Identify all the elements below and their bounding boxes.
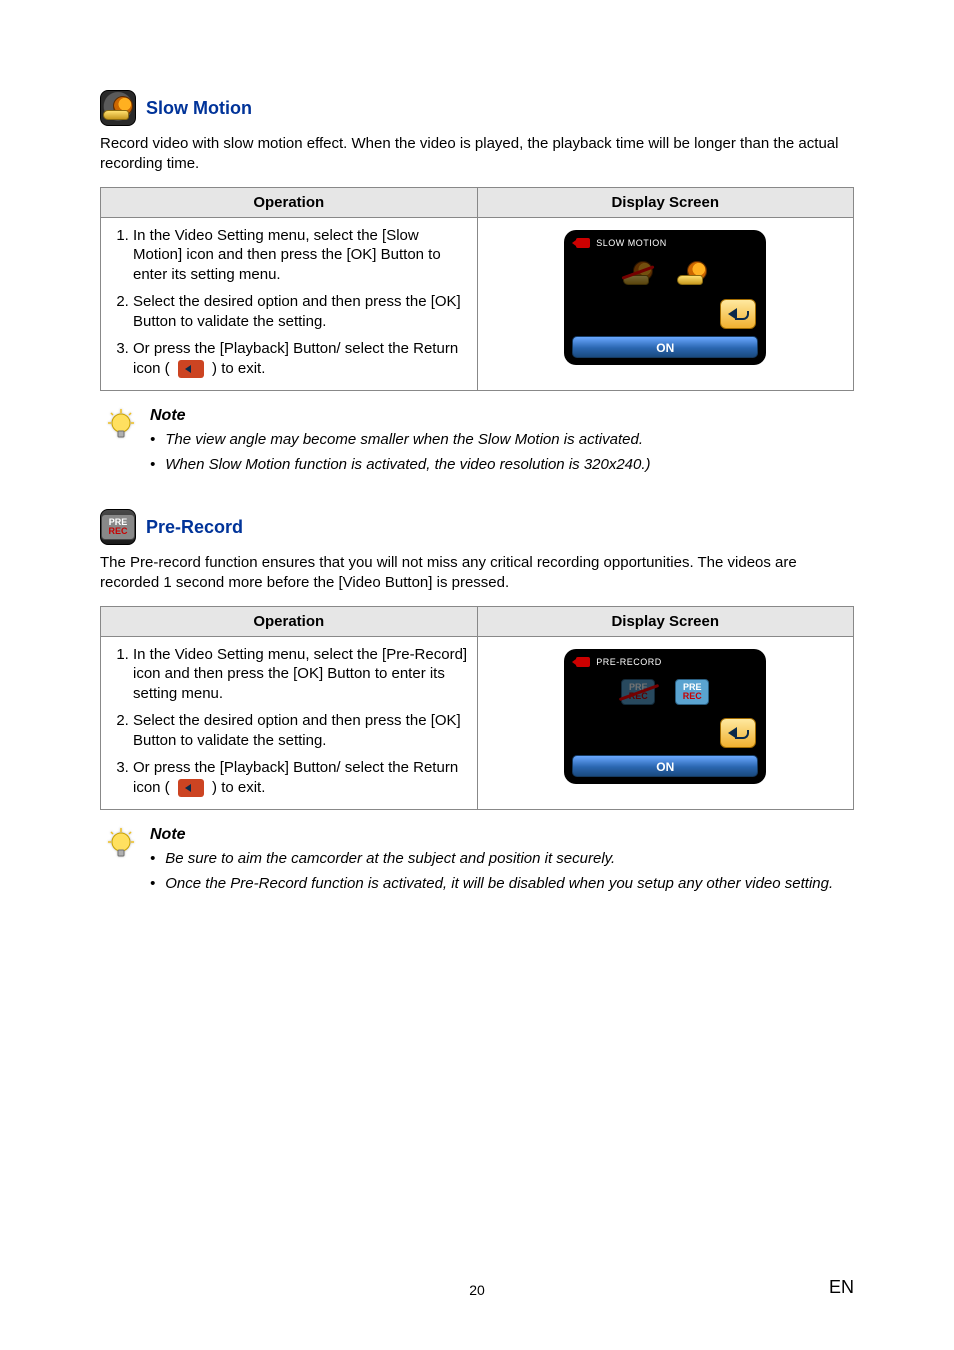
camcorder-icon bbox=[576, 657, 590, 667]
slow-motion-icon bbox=[100, 90, 136, 126]
col-display: Display Screen bbox=[477, 187, 854, 217]
return-button-icon bbox=[720, 299, 756, 329]
pre-record-icon: PREREC bbox=[100, 509, 136, 545]
operation-cell: In the Video Setting menu, select the [P… bbox=[101, 636, 478, 810]
device-screen-slow-motion: SLOW MOTION ON bbox=[564, 230, 766, 365]
note-block-slow-motion: Note The view angle may become smaller w… bbox=[106, 407, 854, 479]
note-title: Note bbox=[150, 407, 854, 425]
section-header-slow-motion: Slow Motion bbox=[100, 90, 854, 126]
screen-title: PRE-RECORD bbox=[596, 657, 662, 667]
on-bar: ON bbox=[572, 336, 758, 358]
display-cell: PRE-RECORD PREREC PREREC ON bbox=[477, 636, 854, 810]
chip-bot: REC bbox=[108, 527, 127, 536]
lightbulb-icon bbox=[106, 828, 140, 867]
note-item-1: Be sure to aim the camcorder at the subj… bbox=[165, 848, 615, 869]
display-cell: SLOW MOTION ON bbox=[477, 217, 854, 391]
section-title: Pre-Record bbox=[146, 517, 243, 538]
lightbulb-icon bbox=[106, 409, 140, 448]
intro-text: The Pre-record function ensures that you… bbox=[100, 553, 854, 594]
slow-motion-table: Operation Display Screen In the Video Se… bbox=[100, 187, 854, 392]
step-1: In the Video Setting menu, select the [P… bbox=[133, 645, 469, 704]
page-number: 20 bbox=[0, 1282, 954, 1298]
step-1: In the Video Setting menu, select the [S… bbox=[133, 226, 469, 285]
step-3-post: ) to exit. bbox=[212, 779, 265, 796]
col-display: Display Screen bbox=[477, 606, 854, 636]
device-screen-pre-record: PRE-RECORD PREREC PREREC ON bbox=[564, 649, 766, 784]
step-3-post: ) to exit. bbox=[212, 360, 265, 377]
col-operation: Operation bbox=[101, 606, 478, 636]
note-item-2: Once the Pre-Record function is activate… bbox=[165, 873, 833, 894]
note-item-1: The view angle may become smaller when t… bbox=[165, 429, 643, 450]
note-title: Note bbox=[150, 826, 854, 844]
option-off-icon: PREREC bbox=[619, 675, 657, 709]
col-operation: Operation bbox=[101, 187, 478, 217]
option-off-icon bbox=[619, 256, 657, 290]
camcorder-icon bbox=[576, 238, 590, 248]
return-icon bbox=[178, 779, 204, 797]
note-block-pre-record: Note Be sure to aim the camcorder at the… bbox=[106, 826, 854, 898]
step-3: Or press the [Playback] Button/ select t… bbox=[133, 758, 469, 797]
intro-text: Record video with slow motion effect. Wh… bbox=[100, 134, 854, 175]
screen-title: SLOW MOTION bbox=[596, 238, 667, 248]
return-button-icon bbox=[720, 718, 756, 748]
note-item-2: When Slow Motion function is activated, … bbox=[165, 454, 650, 475]
pre-record-table: Operation Display Screen In the Video Se… bbox=[100, 606, 854, 811]
step-2: Select the desired option and then press… bbox=[133, 711, 469, 750]
step-3: Or press the [Playback] Button/ select t… bbox=[133, 339, 469, 378]
page-language: EN bbox=[829, 1277, 854, 1298]
operation-cell: In the Video Setting menu, select the [S… bbox=[101, 217, 478, 391]
option-on-icon bbox=[673, 256, 711, 290]
section-header-pre-record: PREREC Pre-Record bbox=[100, 509, 854, 545]
on-bar: ON bbox=[572, 755, 758, 777]
step-2: Select the desired option and then press… bbox=[133, 292, 469, 331]
return-icon bbox=[178, 360, 204, 378]
section-title: Slow Motion bbox=[146, 98, 252, 119]
option-on-icon: PREREC bbox=[673, 675, 711, 709]
